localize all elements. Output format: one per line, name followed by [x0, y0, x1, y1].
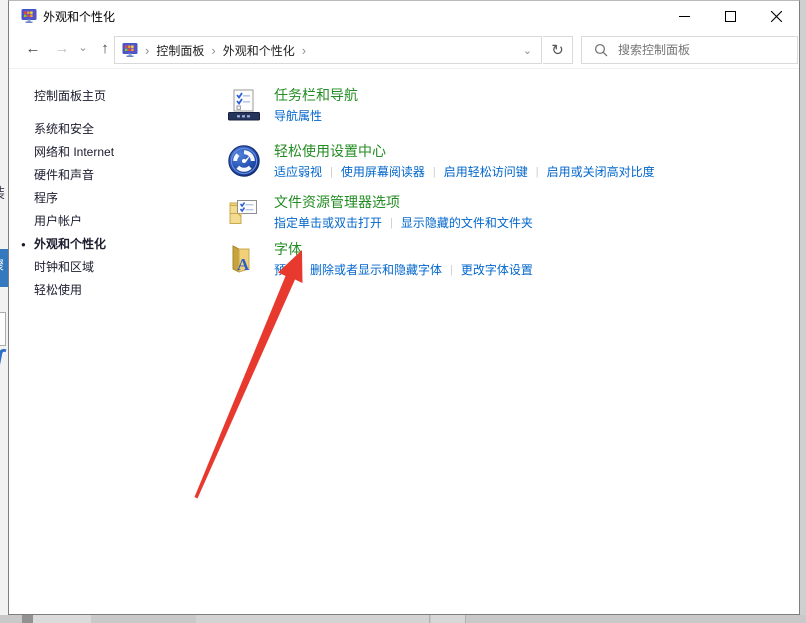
sidebar-item-programs[interactable]: 程序	[34, 187, 219, 210]
sidebar-item-home[interactable]: 控制面板主页	[34, 87, 219, 104]
search-icon	[594, 43, 608, 57]
maximize-button[interactable]	[707, 1, 753, 31]
task-link-easy-access-keys[interactable]: 启用轻松访问键	[444, 163, 528, 180]
search-input[interactable]	[618, 43, 778, 57]
category-taskbar-navigation: 任务栏和导航 导航属性	[228, 87, 358, 124]
category-title-file-explorer-options[interactable]: 文件资源管理器选项	[274, 194, 533, 211]
active-item-bullet: ●	[21, 233, 26, 256]
sidebar: 控制面板主页 系统和安全 网络和 Internet 硬件和声音 程序 用户帐户 …	[34, 87, 219, 302]
sidebar-item-network-internet[interactable]: 网络和 Internet	[34, 141, 219, 164]
task-link-change-font-settings[interactable]: 更改字体设置	[461, 261, 533, 278]
task-link-high-contrast[interactable]: 启用或关闭高对比度	[547, 163, 655, 180]
recent-pages-dropdown[interactable]: ⌄	[76, 41, 90, 54]
link-separator: |	[450, 264, 453, 276]
category-title-taskbar[interactable]: 任务栏和导航	[274, 87, 358, 104]
minimize-button[interactable]	[661, 1, 707, 31]
category-title-ease-of-access[interactable]: 轻松使用设置中心	[274, 143, 655, 160]
sidebar-item-label: 外观和个性化	[34, 237, 106, 251]
background-bottom-segment	[22, 615, 33, 623]
background-logo-fragment: ʃ	[0, 344, 3, 375]
navigation-toolbar: ← → ⌄ ↑ › 控制面板 › 外观和个性化 › ⌄ ↻	[9, 31, 799, 69]
category-ease-of-access-center: 轻松使用设置中心 适应弱视 | 使用屏幕阅读器 | 启用轻松访问键 | 启用或关…	[228, 143, 655, 180]
file-explorer-options-icon	[228, 196, 260, 228]
category-file-explorer-options: 文件资源管理器选项 指定单击或双击打开 | 显示隐藏的文件和文件夹	[228, 194, 533, 231]
task-link-single-double-click[interactable]: 指定单击或双击打开	[274, 214, 382, 231]
close-icon	[771, 11, 782, 22]
control-panel-window: 外观和个性化 ← → ⌄ ↑	[8, 0, 800, 615]
background-bottom-segment	[196, 615, 430, 623]
minimize-icon	[679, 11, 690, 22]
breadcrumb-chevron-icon[interactable]: ›	[302, 43, 306, 58]
breadcrumb-control-panel[interactable]: 控制面板	[156, 42, 204, 59]
background-selected-item-fragment: 骤	[0, 249, 8, 287]
category-fonts: A 字体 预览、删除或者显示和隐藏字体 | 更改字体设置	[228, 241, 533, 278]
background-fragment-text: 骤	[0, 255, 4, 274]
background-window-left-strip: 装 骤 ʃ	[0, 0, 8, 615]
window-title: 外观和个性化	[43, 8, 115, 25]
link-separator: |	[330, 166, 333, 178]
breadcrumb-chevron-icon: ›	[145, 43, 149, 58]
close-button[interactable]	[753, 1, 799, 31]
forward-button[interactable]: →	[52, 40, 72, 57]
breadcrumb-appearance[interactable]: 外观和个性化	[223, 42, 295, 59]
sidebar-item-user-accounts[interactable]: 用户帐户	[34, 210, 219, 233]
up-button[interactable]: ↑	[95, 40, 115, 57]
link-separator: |	[433, 166, 436, 178]
sidebar-item-hardware-sound[interactable]: 硬件和声音	[34, 164, 219, 187]
sidebar-item-ease-of-access[interactable]: 轻松使用	[34, 279, 219, 302]
sidebar-item-clock-region[interactable]: 时钟和区域	[34, 256, 219, 279]
category-title-fonts[interactable]: 字体	[274, 241, 533, 258]
taskbar-navigation-icon	[228, 89, 260, 121]
titlebar[interactable]: 外观和个性化	[9, 1, 799, 31]
ease-of-access-icon	[228, 145, 260, 177]
maximize-icon	[725, 11, 736, 22]
back-button[interactable]: ←	[23, 40, 43, 57]
background-button-fragment	[0, 312, 6, 346]
search-box[interactable]	[581, 36, 798, 64]
task-link-preview-delete-fonts[interactable]: 预览、删除或者显示和隐藏字体	[274, 261, 442, 278]
background-bottom-segment	[431, 615, 466, 623]
link-separator: |	[390, 217, 393, 229]
task-link-screen-reader[interactable]: 使用屏幕阅读器	[341, 163, 425, 180]
background-fragment-text: 装	[0, 183, 5, 203]
svg-text:A: A	[237, 255, 250, 274]
address-dropdown-icon[interactable]: ⌄	[523, 44, 532, 57]
control-panel-icon	[122, 42, 138, 58]
fonts-icon: A	[228, 243, 260, 275]
breadcrumb-chevron-icon[interactable]: ›	[211, 43, 215, 58]
task-link-optimize-visual[interactable]: 适应弱视	[274, 163, 322, 180]
task-link-navigation-properties[interactable]: 导航属性	[274, 107, 322, 124]
background-bottom-strip	[0, 615, 806, 623]
control-panel-icon	[21, 8, 37, 24]
sidebar-item-system-security[interactable]: 系统和安全	[34, 118, 219, 141]
link-separator: |	[536, 166, 539, 178]
address-bar[interactable]: › 控制面板 › 外观和个性化 › ⌄	[114, 36, 542, 64]
refresh-button[interactable]: ↻	[543, 36, 573, 64]
background-bottom-segment	[33, 615, 91, 623]
sidebar-item-appearance-personalization[interactable]: ● 外观和个性化	[34, 233, 219, 256]
task-link-show-hidden-files[interactable]: 显示隐藏的文件和文件夹	[401, 214, 533, 231]
